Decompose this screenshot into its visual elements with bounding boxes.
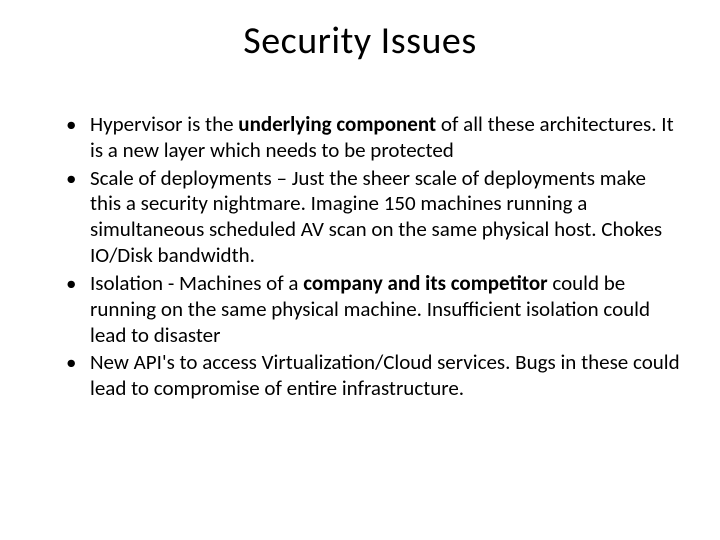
bullet-text-bold: company and its competitor <box>303 270 547 296</box>
list-item: Hypervisor is the underlying component o… <box>76 112 680 164</box>
bullet-text-bold: underlying component <box>238 111 436 137</box>
bullet-text-pre: New API's to access Virtualization/Cloud… <box>90 349 680 401</box>
list-item: New API's to access Virtualization/Cloud… <box>76 350 680 402</box>
bullet-text-pre: Isolation - Machines of a <box>90 270 303 296</box>
bullet-list: Hypervisor is the underlying component o… <box>40 112 680 402</box>
bullet-text-pre: Hypervisor is the <box>90 111 238 137</box>
list-item: Scale of deployments – Just the sheer sc… <box>76 166 680 269</box>
list-item: Isolation - Machines of a company and it… <box>76 271 680 348</box>
bullet-text-pre: Scale of deployments – Just the sheer sc… <box>90 165 662 268</box>
slide-title: Security Issues <box>40 18 680 64</box>
